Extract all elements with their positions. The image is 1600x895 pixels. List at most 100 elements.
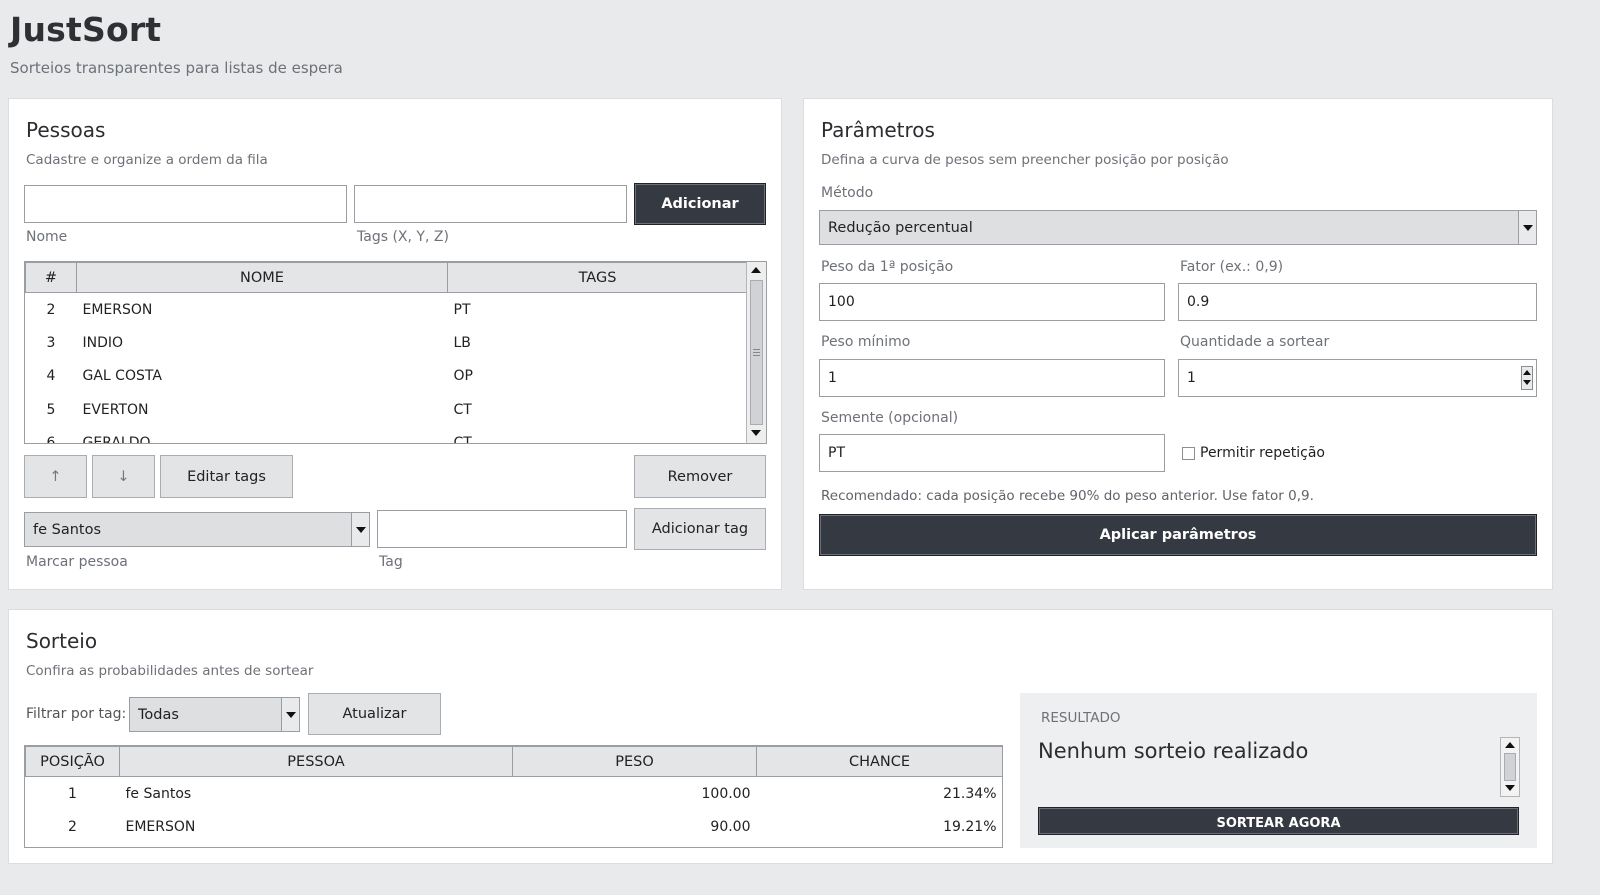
row-person: fe Santos — [125, 785, 192, 802]
first-weight-label: Peso da 1ª posição — [821, 259, 954, 275]
row-tags: CT — [453, 401, 472, 418]
sorteio-title: Sorteio — [26, 629, 98, 653]
name-label: Nome — [26, 229, 68, 245]
add-person-button[interactable]: Adicionar — [634, 183, 766, 225]
remove-button[interactable]: Remover — [634, 455, 766, 498]
chevron-down-icon[interactable] — [281, 698, 299, 731]
scroll-thumb[interactable] — [1504, 753, 1516, 781]
pessoas-subtitle: Cadastre e organize a ordem da fila — [26, 152, 268, 168]
tag-filter-select[interactable]: Todas — [129, 697, 300, 732]
chevron-down-icon[interactable] — [1518, 211, 1536, 244]
quantity-stepper[interactable]: 1 — [1178, 359, 1537, 397]
row-chance: 19.21% — [943, 818, 997, 835]
app-subtitle: Sorteios transparentes para listas de es… — [10, 59, 343, 77]
pessoas-title: Pessoas — [26, 118, 106, 142]
chevron-down-icon[interactable] — [351, 513, 369, 546]
scroll-down-arrow-icon[interactable] — [1505, 785, 1515, 791]
row-tags: CT — [453, 435, 472, 444]
column-header-nome[interactable]: NOME — [76, 262, 448, 293]
row-name: GAL COSTA — [82, 368, 162, 385]
table-row[interactable]: 4 GAL COSTA OP — [26, 360, 748, 394]
tag-input[interactable] — [377, 510, 627, 548]
table-row[interactable]: 6 GERALDO CT — [26, 427, 748, 444]
allow-repeat-checkbox[interactable] — [1182, 447, 1195, 460]
apply-parameters-button[interactable]: Aplicar parâmetros — [819, 514, 1537, 556]
add-tag-button[interactable]: Adicionar tag — [634, 508, 766, 550]
tags-input[interactable] — [354, 185, 627, 223]
factor-input[interactable]: 0.9 — [1178, 283, 1537, 321]
column-header-tags[interactable]: TAGS — [447, 262, 748, 293]
draw-button-label: SORTEAR AGORA — [1216, 816, 1341, 831]
move-down-button[interactable]: ↓ — [92, 455, 155, 498]
edit-tags-button[interactable]: Editar tags — [160, 455, 293, 498]
update-button[interactable]: Atualizar — [308, 693, 441, 735]
result-label: RESULTADO — [1041, 710, 1121, 726]
tags-label: Tags (X, Y, Z) — [357, 229, 449, 245]
table-row[interactable]: 3 INDIO LB — [26, 326, 748, 360]
scroll-up-arrow-icon[interactable] — [1505, 742, 1515, 748]
seed-label: Semente (opcional) — [821, 410, 959, 426]
table-row[interactable]: 1 fe Santos 100.00 21.34% — [26, 777, 1003, 811]
row-number: 4 — [46, 368, 56, 385]
min-weight-label: Peso mínimo — [821, 334, 911, 350]
sorteio-subtitle: Confira as probabilidades antes de sorte… — [26, 663, 314, 679]
tag-label: Tag — [379, 554, 403, 570]
row-weight: 100.00 — [701, 785, 751, 802]
column-header-number[interactable]: # — [25, 262, 77, 293]
quantity-label: Quantidade a sortear — [1180, 334, 1330, 350]
column-header-chance[interactable]: CHANCE — [756, 746, 1002, 777]
scroll-down-arrow-icon[interactable] — [751, 430, 761, 436]
row-position: 1 — [68, 785, 77, 802]
probability-table[interactable]: POSIÇÃO PESSOA PESO CHANCE 1 fe Santos 1… — [24, 745, 1003, 848]
parametros-subtitle: Defina a curva de pesos sem preencher po… — [821, 152, 1229, 168]
name-input[interactable] — [24, 185, 347, 223]
draw-button[interactable]: SORTEAR AGORA — [1038, 807, 1519, 835]
result-text: Nenhum sorteio realizado — [1038, 739, 1309, 763]
row-number: 3 — [46, 334, 56, 351]
result-scrollbar[interactable] — [1500, 737, 1520, 797]
stepper-arrows-icon[interactable] — [1521, 366, 1533, 390]
row-chance: 21.34% — [943, 785, 997, 802]
first-weight-input[interactable]: 100 — [819, 283, 1165, 321]
scroll-up-arrow-icon[interactable] — [751, 267, 761, 273]
parametros-title: Parâmetros — [821, 118, 935, 142]
min-weight-input[interactable]: 1 — [819, 359, 1165, 397]
row-name: INDIO — [82, 334, 124, 351]
seed-input[interactable]: PT — [819, 434, 1165, 472]
people-table-scrollbar[interactable] — [746, 262, 766, 443]
scroll-thumb[interactable] — [750, 280, 763, 425]
row-tags: LB — [453, 334, 471, 351]
row-name: EVERTON — [82, 401, 149, 418]
row-tags: PT — [453, 301, 471, 318]
mark-person-select[interactable]: fe Santos — [24, 512, 370, 547]
row-position: 2 — [68, 818, 77, 835]
column-header-pessoa[interactable]: PESSOA — [119, 746, 513, 777]
recommendation-text: Recomendado: cada posição recebe 90% do … — [821, 488, 1314, 504]
table-row[interactable]: 2 EMERSON 90.00 19.21% — [26, 810, 1003, 844]
row-weight: 90.00 — [710, 818, 751, 835]
row-number: 2 — [46, 301, 56, 318]
mark-person-value: fe Santos — [33, 521, 102, 538]
factor-label: Fator (ex.: 0,9) — [1180, 259, 1284, 275]
table-row[interactable]: 5 EVERTON CT — [26, 393, 748, 427]
allow-repeat-label[interactable]: Permitir repetição — [1200, 445, 1325, 461]
method-select[interactable]: Redução percentual — [819, 210, 1537, 245]
row-number: 5 — [46, 401, 56, 418]
tag-filter-value: Todas — [138, 706, 179, 723]
mark-person-label: Marcar pessoa — [26, 554, 128, 570]
people-table[interactable]: # NOME TAGS 2 EMERSON PT 3 INDIO LB 4 GA… — [24, 261, 767, 444]
app-title: JustSort — [10, 10, 162, 49]
column-header-posicao[interactable]: POSIÇÃO — [25, 746, 120, 777]
filter-label: Filtrar por tag: — [26, 706, 127, 722]
row-person: EMERSON — [125, 818, 196, 835]
method-label: Método — [821, 185, 874, 201]
column-header-peso[interactable]: PESO — [512, 746, 757, 777]
row-name: EMERSON — [82, 301, 153, 318]
result-panel: RESULTADO Nenhum sorteio realizado SORTE… — [1020, 693, 1537, 848]
method-value: Redução percentual — [828, 219, 973, 236]
move-up-button[interactable]: ↑ — [24, 455, 87, 498]
quantity-value: 1 — [1187, 370, 1196, 386]
row-name: GERALDO — [82, 435, 151, 444]
table-row[interactable]: 2 EMERSON PT — [26, 293, 748, 327]
row-tags: OP — [453, 368, 473, 385]
